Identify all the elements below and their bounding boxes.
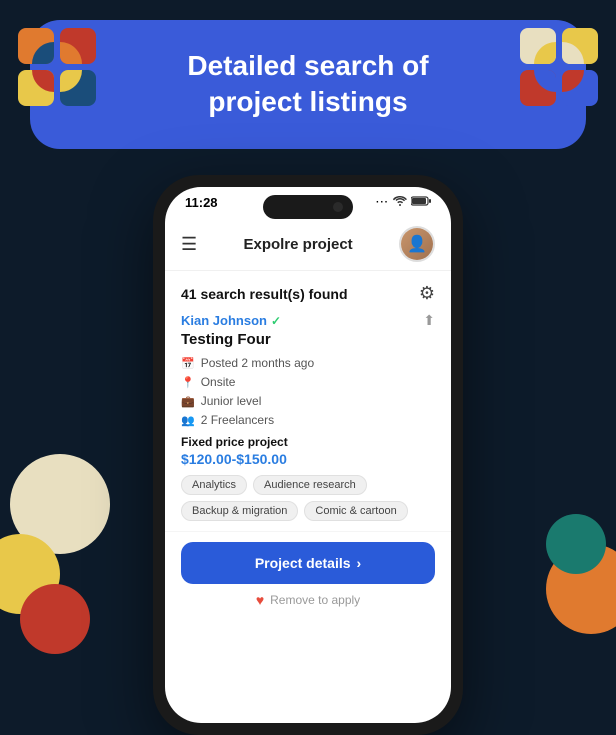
- bg-decoration-teal: [546, 514, 606, 574]
- meta-freelancers: 👥 2 Freelancers: [181, 413, 435, 427]
- dynamic-island: [263, 195, 353, 219]
- signal-dots-icon: ···: [376, 197, 389, 208]
- phone-screen: 11:28 ··· ☰ Expolr: [165, 187, 451, 723]
- mosaic-left-icon: [18, 28, 96, 106]
- avatar-image: 👤: [401, 228, 433, 260]
- tags-row: Analytics Audience research Backup & mig…: [181, 475, 435, 521]
- project-details-button[interactable]: Project details ›: [181, 542, 435, 584]
- user-name: Kian Johnson ✓: [181, 313, 281, 328]
- app-header: ☰ Expolre project 👤: [165, 218, 451, 271]
- card-header-row: Kian Johnson ✓ ⬆: [181, 312, 435, 329]
- share-icon[interactable]: ⬆: [423, 312, 435, 329]
- calendar-icon: 📅: [181, 357, 195, 370]
- status-time: 11:28: [185, 195, 218, 210]
- project-card: Kian Johnson ✓ ⬆ Testing Four 📅 Posted 2…: [165, 312, 451, 532]
- app-title: Expolre project: [243, 236, 352, 253]
- search-results-header: 41 search result(s) found ⚙: [165, 271, 451, 312]
- price-label: Fixed price project: [181, 435, 435, 449]
- remove-label: Remove to apply: [270, 593, 360, 607]
- people-icon: 👥: [181, 414, 195, 427]
- mosaic-right-icon: [520, 28, 598, 106]
- heart-icon: ♥: [256, 592, 264, 608]
- wifi-icon: [393, 196, 407, 209]
- battery-icon: [411, 196, 431, 209]
- meta-level: 💼 Junior level: [181, 394, 435, 408]
- bg-decoration-red: [20, 584, 90, 654]
- remove-to-apply-row: ♥ Remove to apply: [165, 584, 451, 616]
- project-title: Testing Four: [181, 331, 435, 348]
- price-value: $120.00-$150.00: [181, 451, 435, 467]
- phone-mockup: 11:28 ··· ☰ Expolr: [153, 175, 463, 735]
- location-icon: 📍: [181, 376, 195, 389]
- tag-analytics[interactable]: Analytics: [181, 475, 247, 495]
- verified-icon: ✓: [271, 314, 281, 328]
- hamburger-icon[interactable]: ☰: [181, 234, 197, 255]
- header-banner: Detailed search of project listings: [30, 20, 586, 149]
- tag-comic-cartoon[interactable]: Comic & cartoon: [304, 501, 407, 521]
- camera-dot: [333, 202, 343, 212]
- arrow-right-icon: ›: [357, 555, 362, 571]
- meta-location: 📍 Onsite: [181, 375, 435, 389]
- tag-audience-research[interactable]: Audience research: [253, 475, 367, 495]
- header-title: Detailed search of project listings: [130, 48, 486, 121]
- results-count: 41 search result(s) found: [181, 286, 348, 302]
- tag-backup-migration[interactable]: Backup & migration: [181, 501, 298, 521]
- filter-icon[interactable]: ⚙: [419, 283, 435, 304]
- price-section: Fixed price project $120.00-$150.00: [181, 435, 435, 467]
- status-icons: ···: [376, 196, 431, 209]
- avatar[interactable]: 👤: [399, 226, 435, 262]
- briefcase-icon: 💼: [181, 395, 195, 408]
- meta-posted: 📅 Posted 2 months ago: [181, 356, 435, 370]
